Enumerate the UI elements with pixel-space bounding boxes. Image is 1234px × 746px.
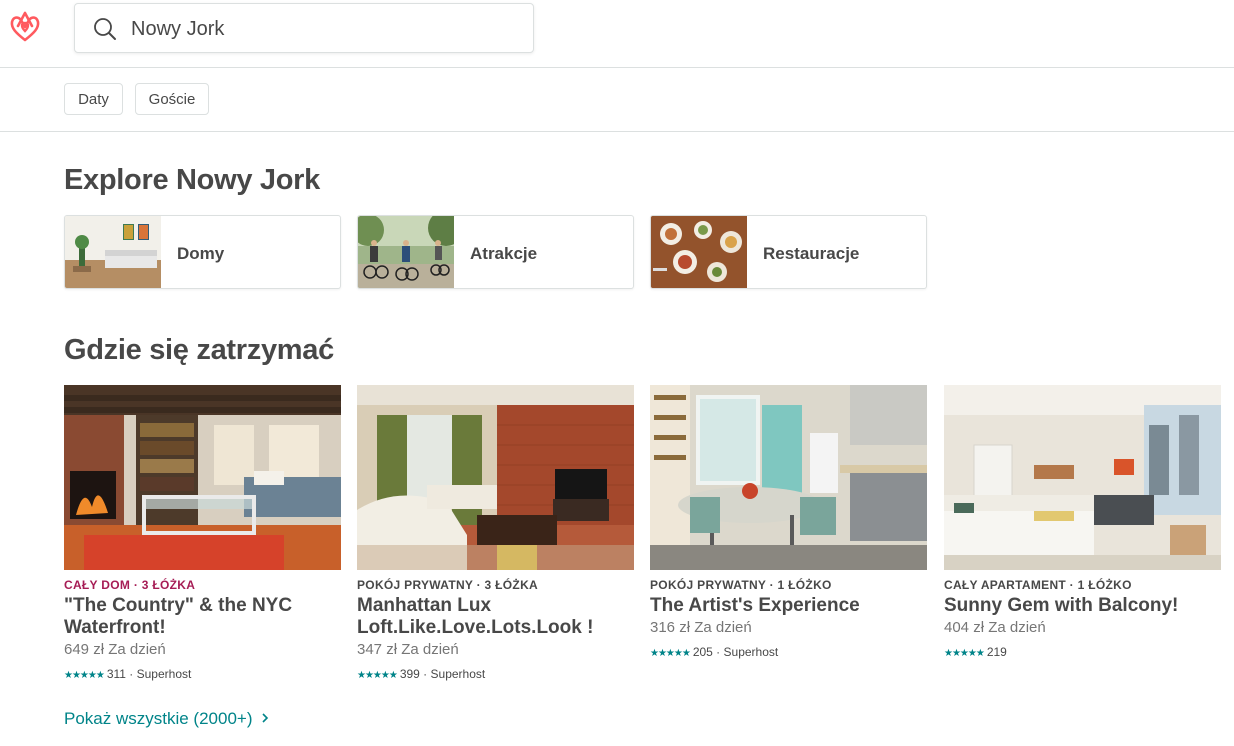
category-label-homes: Domy [177, 244, 225, 263]
listing-reviews-2: 399 · Superhost [399, 667, 486, 681]
category-label-attractions: Atrakcje [470, 244, 538, 263]
chevron-right-icon [261, 709, 269, 729]
homes-thumbnail [65, 216, 161, 288]
listing-type-3: POKÓJ PRYWATNY · 1 ŁÓŻKO [650, 578, 832, 592]
listing-reviews-1: 311 · Superhost [106, 667, 192, 681]
listing-reviews-4: 219 [986, 645, 1007, 659]
listing-price-4: 404 zł Za dzień [944, 619, 1046, 636]
explore-title: Explore Nowy Jork [64, 164, 320, 196]
listing-name-3: The Artist's Experience [650, 595, 860, 616]
where-to-stay-title: Gdzie się zatrzymać [64, 334, 334, 366]
listing-name-4: Sunny Gem with Balcony! [944, 595, 1179, 616]
listing-name-2: Manhattan Lux Loft.Like.Love.Lots.Look ! [357, 595, 594, 638]
listing-price-2: 347 zł Za dzień [357, 641, 459, 658]
category-card-attractions[interactable]: Atrakcje [357, 215, 634, 289]
listing-photo-1 [64, 385, 341, 570]
restaurants-thumbnail [651, 216, 747, 288]
category-label-restaurants: Restauracje [763, 244, 860, 263]
listing-rating-4: ★★★★★ 219 [944, 645, 1007, 659]
listing-price-3: 316 zł Za dzień [650, 619, 752, 636]
listing-rating-1: ★★★★★ 311 · Superhost [64, 667, 191, 681]
star-rating-icon: ★★★★★ [650, 648, 691, 659]
attractions-thumbnail [358, 216, 454, 288]
star-rating-icon: ★★★★★ [357, 670, 398, 681]
dates-filter-button[interactable]: Daty [64, 83, 123, 115]
star-rating-icon: ★★★★★ [944, 648, 985, 659]
show-all-label: Pokaż wszystkie (2000+) [64, 709, 253, 728]
listing-type-1: CAŁY DOM · 3 ŁÓŻKA [64, 578, 196, 592]
listing-photo-4 [944, 385, 1221, 570]
search-box[interactable] [74, 3, 534, 53]
airbnb-logo-icon[interactable] [8, 9, 42, 45]
guests-filter-button[interactable]: Goście [135, 83, 209, 115]
show-all-link[interactable]: Pokaż wszystkie (2000+) [64, 709, 269, 729]
search-input[interactable] [131, 12, 521, 46]
listing-photo-2 [357, 385, 634, 570]
listing-price-1: 649 zł Za dzień [64, 641, 166, 658]
listing-name-1: "The Country" & the NYC Waterfront! [64, 595, 293, 638]
star-rating-icon: ★★★★★ [64, 670, 105, 681]
listing-type-4: CAŁY APARTAMENT · 1 ŁÓŻKO [944, 578, 1132, 592]
listing-rating-3: ★★★★★ 205 · Superhost [650, 645, 778, 659]
category-card-restaurants[interactable]: Restauracje [650, 215, 927, 289]
listing-rating-2: ★★★★★ 399 · Superhost [357, 667, 485, 681]
search-icon [93, 17, 117, 41]
filter-bar: Daty Goście [0, 68, 1234, 132]
listing-type-2: POKÓJ PRYWATNY · 3 ŁÓŻKA [357, 578, 538, 592]
category-card-homes[interactable]: Domy [64, 215, 341, 289]
top-header [0, 0, 1234, 68]
listing-photo-3 [650, 385, 927, 570]
listing-reviews-3: 205 · Superhost [692, 645, 779, 659]
